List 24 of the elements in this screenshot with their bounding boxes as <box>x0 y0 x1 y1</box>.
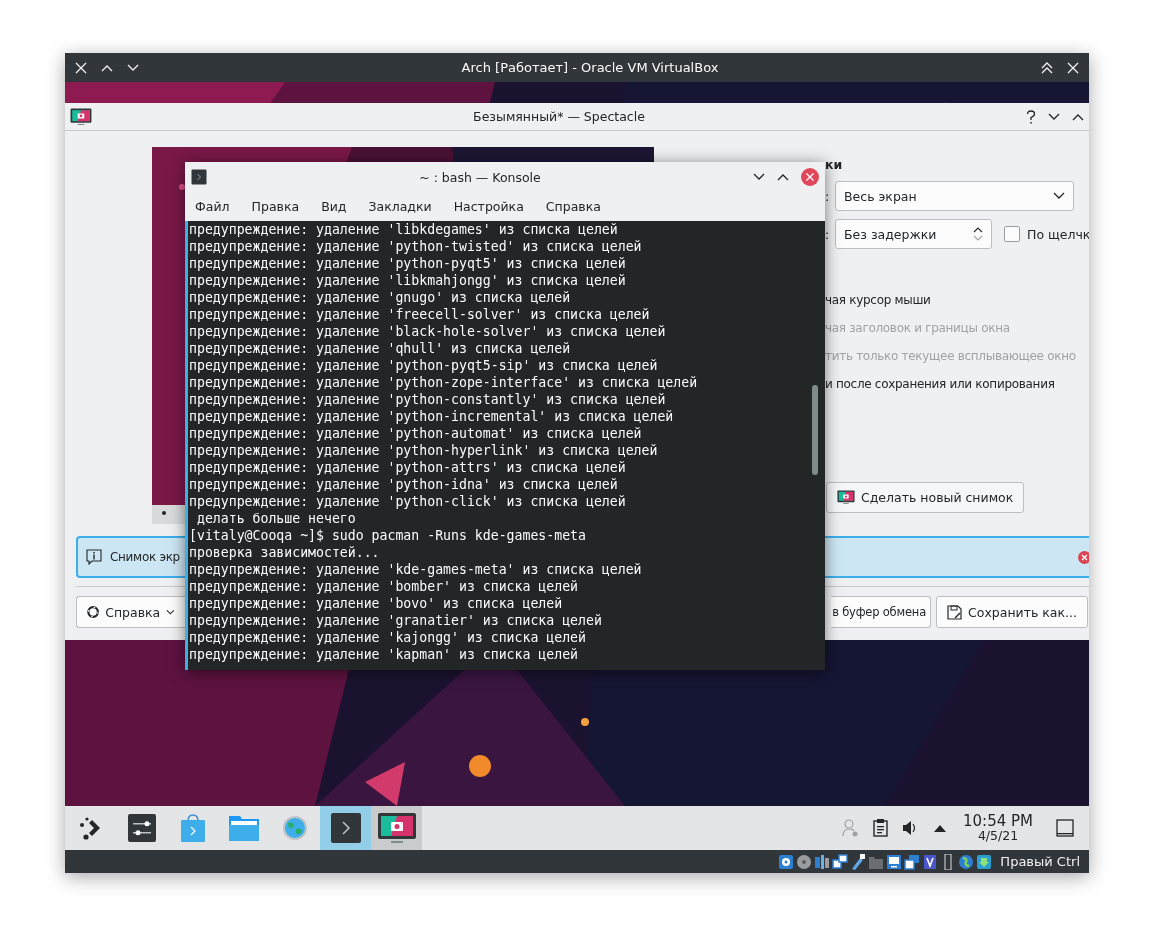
taskbar-item[interactable] <box>371 806 422 850</box>
terminal-icon <box>329 812 362 844</box>
folder-icon <box>227 814 260 842</box>
badge-icon <box>922 853 939 870</box>
monitor-icon <box>376 812 417 844</box>
download-icon <box>976 853 993 870</box>
display-icon <box>886 853 903 870</box>
globe-icon <box>281 815 308 841</box>
taskbar-item[interactable] <box>320 806 371 850</box>
desktop-icon[interactable] <box>1056 819 1074 837</box>
network-icon <box>832 853 849 870</box>
sliders-icon <box>126 813 157 843</box>
double-chevron-up-icon[interactable] <box>1041 61 1053 74</box>
window-title: Arch [Работает] - Oracle VM VirtualBox <box>460 60 720 75</box>
usb-icon <box>850 853 867 870</box>
disc-icon <box>796 853 813 870</box>
globe-icon <box>958 853 975 870</box>
clock[interactable]: 10:54 PM 4/5/21 <box>955 812 1041 844</box>
shopping-bag-icon <box>179 813 206 843</box>
speaker-icon <box>814 853 831 870</box>
windows-icon <box>904 853 921 870</box>
close-icon[interactable] <box>1067 61 1079 74</box>
close-icon[interactable] <box>75 61 87 74</box>
host-key-label: Правый Ctrl <box>1000 854 1080 869</box>
